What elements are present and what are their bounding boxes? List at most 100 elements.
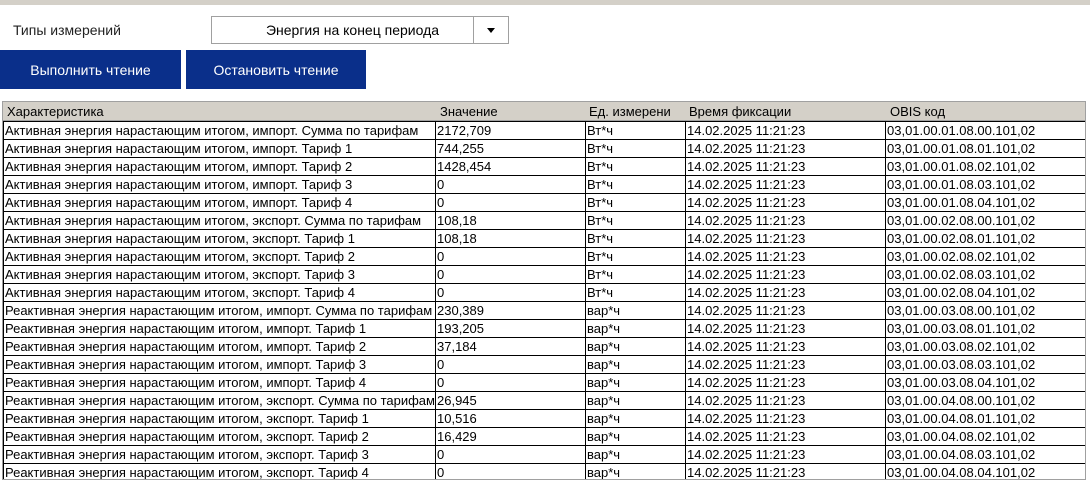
cell-characteristic[interactable]: Активная энергия нарастающим итогом, имп… <box>3 193 436 212</box>
cell-unit[interactable]: вар*ч <box>585 463 686 479</box>
cell-obis[interactable]: 03,01.00.02.08.04.101,02 <box>885 283 1085 302</box>
table-row[interactable]: Реактивная энергия нарастающим итогом, и… <box>3 301 1085 320</box>
cell-characteristic[interactable]: Активная энергия нарастающим итогом, имп… <box>3 121 436 140</box>
cell-obis[interactable]: 03,01.00.03.08.02.101,02 <box>885 337 1085 356</box>
cell-unit[interactable]: вар*ч <box>585 355 686 374</box>
cell-unit[interactable]: Вт*ч <box>585 229 686 248</box>
cell-obis[interactable]: 03,01.00.03.08.00.101,02 <box>885 301 1085 320</box>
cell-value[interactable]: 37,184 <box>435 337 586 356</box>
cell-characteristic[interactable]: Реактивная энергия нарастающим итогом, и… <box>3 373 436 392</box>
table-row[interactable]: Активная энергия нарастающим итогом, экс… <box>3 283 1085 302</box>
cell-time[interactable]: 14.02.2025 11:21:23 <box>685 121 886 140</box>
cell-unit[interactable]: вар*ч <box>585 409 686 428</box>
header-obis[interactable]: OBIS код <box>890 104 945 119</box>
cell-time[interactable]: 14.02.2025 11:21:23 <box>685 211 886 230</box>
header-value[interactable]: Значение <box>440 104 498 119</box>
table-row[interactable]: Активная энергия нарастающим итогом, имп… <box>3 193 1085 212</box>
table-row[interactable]: Активная энергия нарастающим итогом, имп… <box>3 157 1085 176</box>
cell-obis[interactable]: 03,01.00.01.08.01.101,02 <box>885 139 1085 158</box>
cell-value[interactable]: 1428,454 <box>435 157 586 176</box>
cell-time[interactable]: 14.02.2025 11:21:23 <box>685 319 886 338</box>
cell-unit[interactable]: Вт*ч <box>585 265 686 284</box>
cell-unit[interactable]: вар*ч <box>585 301 686 320</box>
cell-value[interactable]: 108,18 <box>435 211 586 230</box>
cell-obis[interactable]: 03,01.00.02.08.01.101,02 <box>885 229 1085 248</box>
table-row[interactable]: Активная энергия нарастающим итогом, имп… <box>3 121 1085 140</box>
cell-time[interactable]: 14.02.2025 11:21:23 <box>685 337 886 356</box>
cell-time[interactable]: 14.02.2025 11:21:23 <box>685 373 886 392</box>
cell-value[interactable]: 0 <box>435 265 586 284</box>
cell-time[interactable]: 14.02.2025 11:21:23 <box>685 409 886 428</box>
cell-time[interactable]: 14.02.2025 11:21:23 <box>685 301 886 320</box>
cell-time[interactable]: 14.02.2025 11:21:23 <box>685 445 886 464</box>
cell-characteristic[interactable]: Реактивная энергия нарастающим итогом, э… <box>3 427 436 446</box>
cell-value[interactable]: 2172,709 <box>435 121 586 140</box>
table-row[interactable]: Активная энергия нарастающим итогом, имп… <box>3 139 1085 158</box>
cell-characteristic[interactable]: Реактивная энергия нарастающим итогом, э… <box>3 463 436 479</box>
cell-value[interactable]: 0 <box>435 463 586 479</box>
cell-time[interactable]: 14.02.2025 11:21:23 <box>685 283 886 302</box>
cell-obis[interactable]: 03,01.00.01.08.04.101,02 <box>885 193 1085 212</box>
cell-value[interactable]: 0 <box>435 175 586 194</box>
cell-characteristic[interactable]: Реактивная энергия нарастающим итогом, и… <box>3 301 436 320</box>
cell-characteristic[interactable]: Активная энергия нарастающим итогом, имп… <box>3 175 436 194</box>
cell-unit[interactable]: вар*ч <box>585 319 686 338</box>
cell-time[interactable]: 14.02.2025 11:21:23 <box>685 463 886 479</box>
read-button[interactable]: Выполнить чтение <box>0 50 181 89</box>
cell-characteristic[interactable]: Активная энергия нарастающим итогом, экс… <box>3 229 436 248</box>
cell-obis[interactable]: 03,01.00.04.08.04.101,02 <box>885 463 1085 479</box>
cell-value[interactable]: 0 <box>435 193 586 212</box>
cell-characteristic[interactable]: Реактивная энергия нарастающим итогом, и… <box>3 319 436 338</box>
cell-obis[interactable]: 03,01.00.01.08.03.101,02 <box>885 175 1085 194</box>
header-time[interactable]: Время фиксации <box>689 104 791 119</box>
cell-characteristic[interactable]: Активная энергия нарастающим итогом, экс… <box>3 265 436 284</box>
cell-obis[interactable]: 03,01.00.02.08.03.101,02 <box>885 265 1085 284</box>
cell-value[interactable]: 744,255 <box>435 139 586 158</box>
cell-time[interactable]: 14.02.2025 11:21:23 <box>685 355 886 374</box>
cell-characteristic[interactable]: Реактивная энергия нарастающим итогом, э… <box>3 409 436 428</box>
header-unit[interactable]: Ед. измерени <box>589 104 671 119</box>
cell-time[interactable]: 14.02.2025 11:21:23 <box>685 229 886 248</box>
cell-obis[interactable]: 03,01.00.03.08.03.101,02 <box>885 355 1085 374</box>
cell-characteristic[interactable]: Активная энергия нарастающим итогом, экс… <box>3 247 436 266</box>
cell-value[interactable]: 16,429 <box>435 427 586 446</box>
cell-unit[interactable]: вар*ч <box>585 337 686 356</box>
cell-time[interactable]: 14.02.2025 11:21:23 <box>685 247 886 266</box>
dropdown-button[interactable] <box>473 17 508 43</box>
cell-unit[interactable]: Вт*ч <box>585 175 686 194</box>
cell-time[interactable]: 14.02.2025 11:21:23 <box>685 391 886 410</box>
cell-obis[interactable]: 03,01.00.03.08.01.101,02 <box>885 319 1085 338</box>
table-row[interactable]: Активная энергия нарастающим итогом, экс… <box>3 247 1085 266</box>
cell-unit[interactable]: Вт*ч <box>585 121 686 140</box>
cell-characteristic[interactable]: Реактивная энергия нарастающим итогом, и… <box>3 337 436 356</box>
cell-time[interactable]: 14.02.2025 11:21:23 <box>685 157 886 176</box>
table-row[interactable]: Реактивная энергия нарастающим итогом, э… <box>3 463 1085 479</box>
table-row[interactable]: Реактивная энергия нарастающим итогом, э… <box>3 445 1085 464</box>
cell-time[interactable]: 14.02.2025 11:21:23 <box>685 427 886 446</box>
cell-obis[interactable]: 03,01.00.03.08.04.101,02 <box>885 373 1085 392</box>
cell-value[interactable]: 0 <box>435 247 586 266</box>
cell-characteristic[interactable]: Активная энергия нарастающим итогом, экс… <box>3 283 436 302</box>
cell-value[interactable]: 193,205 <box>435 319 586 338</box>
cell-obis[interactable]: 03,01.00.01.08.00.101,02 <box>885 121 1085 140</box>
cell-unit[interactable]: Вт*ч <box>585 211 686 230</box>
cell-value[interactable]: 0 <box>435 373 586 392</box>
cell-characteristic[interactable]: Реактивная энергия нарастающим итогом, э… <box>3 391 436 410</box>
cell-characteristic[interactable]: Активная энергия нарастающим итогом, имп… <box>3 139 436 158</box>
cell-unit[interactable]: Вт*ч <box>585 139 686 158</box>
cell-unit[interactable]: вар*ч <box>585 373 686 392</box>
table-row[interactable]: Активная энергия нарастающим итогом, имп… <box>3 175 1085 194</box>
table-row[interactable]: Реактивная энергия нарастающим итогом, э… <box>3 409 1085 428</box>
cell-characteristic[interactable]: Активная энергия нарастающим итогом, имп… <box>3 157 436 176</box>
stop-button[interactable]: Остановить чтение <box>186 50 366 89</box>
cell-unit[interactable]: вар*ч <box>585 427 686 446</box>
cell-characteristic[interactable]: Реактивная энергия нарастающим итогом, э… <box>3 445 436 464</box>
cell-obis[interactable]: 03,01.00.04.08.00.101,02 <box>885 391 1085 410</box>
cell-unit[interactable]: вар*ч <box>585 391 686 410</box>
cell-value[interactable]: 26,945 <box>435 391 586 410</box>
header-characteristic[interactable]: Характеристика <box>7 104 104 119</box>
cell-time[interactable]: 14.02.2025 11:21:23 <box>685 175 886 194</box>
cell-value[interactable]: 108,18 <box>435 229 586 248</box>
cell-time[interactable]: 14.02.2025 11:21:23 <box>685 265 886 284</box>
table-row[interactable]: Реактивная энергия нарастающим итогом, и… <box>3 319 1085 338</box>
